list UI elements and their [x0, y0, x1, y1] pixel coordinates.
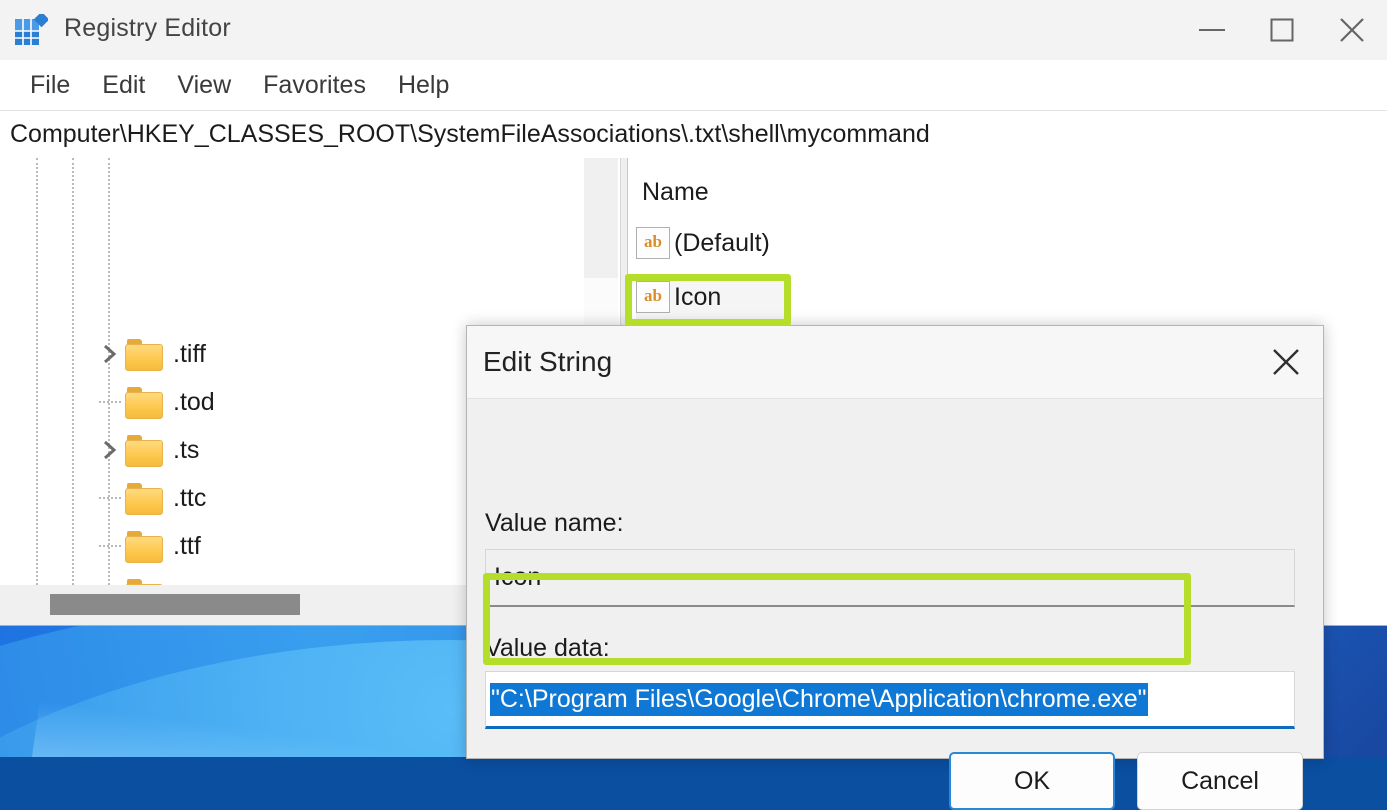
- menu-item-view[interactable]: View: [161, 72, 247, 98]
- ok-button[interactable]: OK: [949, 752, 1115, 810]
- tree-node-leaf-marker: [95, 497, 125, 499]
- tree-guide-line-1: [36, 158, 38, 585]
- tree-horizontal-scroll-thumb[interactable]: [50, 594, 300, 615]
- folder-icon: [125, 387, 163, 419]
- column-header-name[interactable]: Name: [642, 178, 709, 207]
- tree-guide-line-2: [72, 158, 74, 585]
- tree-vertical-scroll-thumb[interactable]: [584, 158, 618, 278]
- dialog-button-row: OK Cancel: [949, 752, 1303, 810]
- tree-node-ttf[interactable]: .ttf: [95, 522, 201, 570]
- close-icon[interactable]: [1317, 0, 1387, 60]
- tree-node-label: .ts: [173, 435, 200, 464]
- value-name-input-text: Icon: [494, 563, 542, 591]
- value-row-default[interactable]: ab (Default): [636, 220, 770, 266]
- value-row-icon[interactable]: ab Icon: [636, 274, 788, 320]
- value-name-label: (Default): [674, 228, 770, 257]
- string-value-icon: ab: [636, 281, 670, 313]
- value-name-input[interactable]: Icon: [485, 549, 1295, 607]
- value-name-label: Icon: [674, 282, 722, 311]
- registry-path: Computer\HKEY_CLASSES_ROOT\SystemFileAss…: [10, 120, 930, 148]
- tree-node-label: .tiff: [173, 339, 206, 368]
- tree-node-leaf-marker: [95, 401, 125, 403]
- tree-node-leaf-marker: [95, 545, 125, 547]
- tree-node-ttc[interactable]: .ttc: [95, 474, 206, 522]
- dialog-title-bar[interactable]: Edit String: [467, 326, 1323, 399]
- folder-icon: [125, 339, 163, 371]
- tree-node-label: .ttc: [173, 483, 207, 512]
- tree-node-label: .ttf: [173, 531, 201, 560]
- window-title: Registry Editor: [64, 14, 231, 42]
- string-value-icon-text: ab: [644, 232, 662, 251]
- string-value-icon: ab: [636, 227, 670, 259]
- registry-editor-icon: [14, 11, 50, 46]
- value-data-input[interactable]: "C:\Program Files\Google\Chrome\Applicat…: [485, 671, 1295, 729]
- tree-node-ts[interactable]: .ts: [95, 426, 199, 474]
- tree-node-tod[interactable]: .tod: [95, 378, 215, 426]
- menu-item-file[interactable]: File: [14, 72, 86, 98]
- folder-icon: [125, 531, 163, 563]
- title-bar[interactable]: Registry Editor: [0, 0, 1387, 60]
- menu-item-help[interactable]: Help: [382, 72, 465, 98]
- address-bar[interactable]: Computer\HKEY_CLASSES_ROOT\SystemFileAss…: [0, 111, 1387, 159]
- close-icon[interactable]: [1259, 338, 1313, 386]
- value-data-field-label: Value data:: [485, 634, 610, 662]
- chevron-right-icon[interactable]: [95, 439, 125, 461]
- string-value-icon-text: ab: [644, 286, 662, 305]
- dialog-title: Edit String: [483, 346, 613, 377]
- minimize-icon[interactable]: [1177, 0, 1247, 60]
- value-name-field-label: Value name:: [485, 509, 624, 537]
- chevron-right-icon[interactable]: [95, 343, 125, 365]
- window-controls: [1177, 0, 1387, 60]
- folder-icon: [125, 435, 163, 467]
- value-data-input-text: "C:\Program Files\Google\Chrome\Applicat…: [490, 682, 1148, 716]
- menu-item-favorites[interactable]: Favorites: [247, 72, 382, 98]
- cancel-button[interactable]: Cancel: [1137, 752, 1303, 810]
- maximize-icon[interactable]: [1247, 0, 1317, 60]
- menu-bar: File Edit View Favorites Help: [0, 60, 1387, 111]
- menu-item-edit[interactable]: Edit: [86, 72, 161, 98]
- edit-string-dialog: Edit String Value name: Icon Value data:…: [466, 325, 1324, 810]
- tree-node-tiff[interactable]: .tiff: [95, 330, 206, 378]
- folder-icon: [125, 483, 163, 515]
- tree-node-label: .tod: [173, 387, 215, 416]
